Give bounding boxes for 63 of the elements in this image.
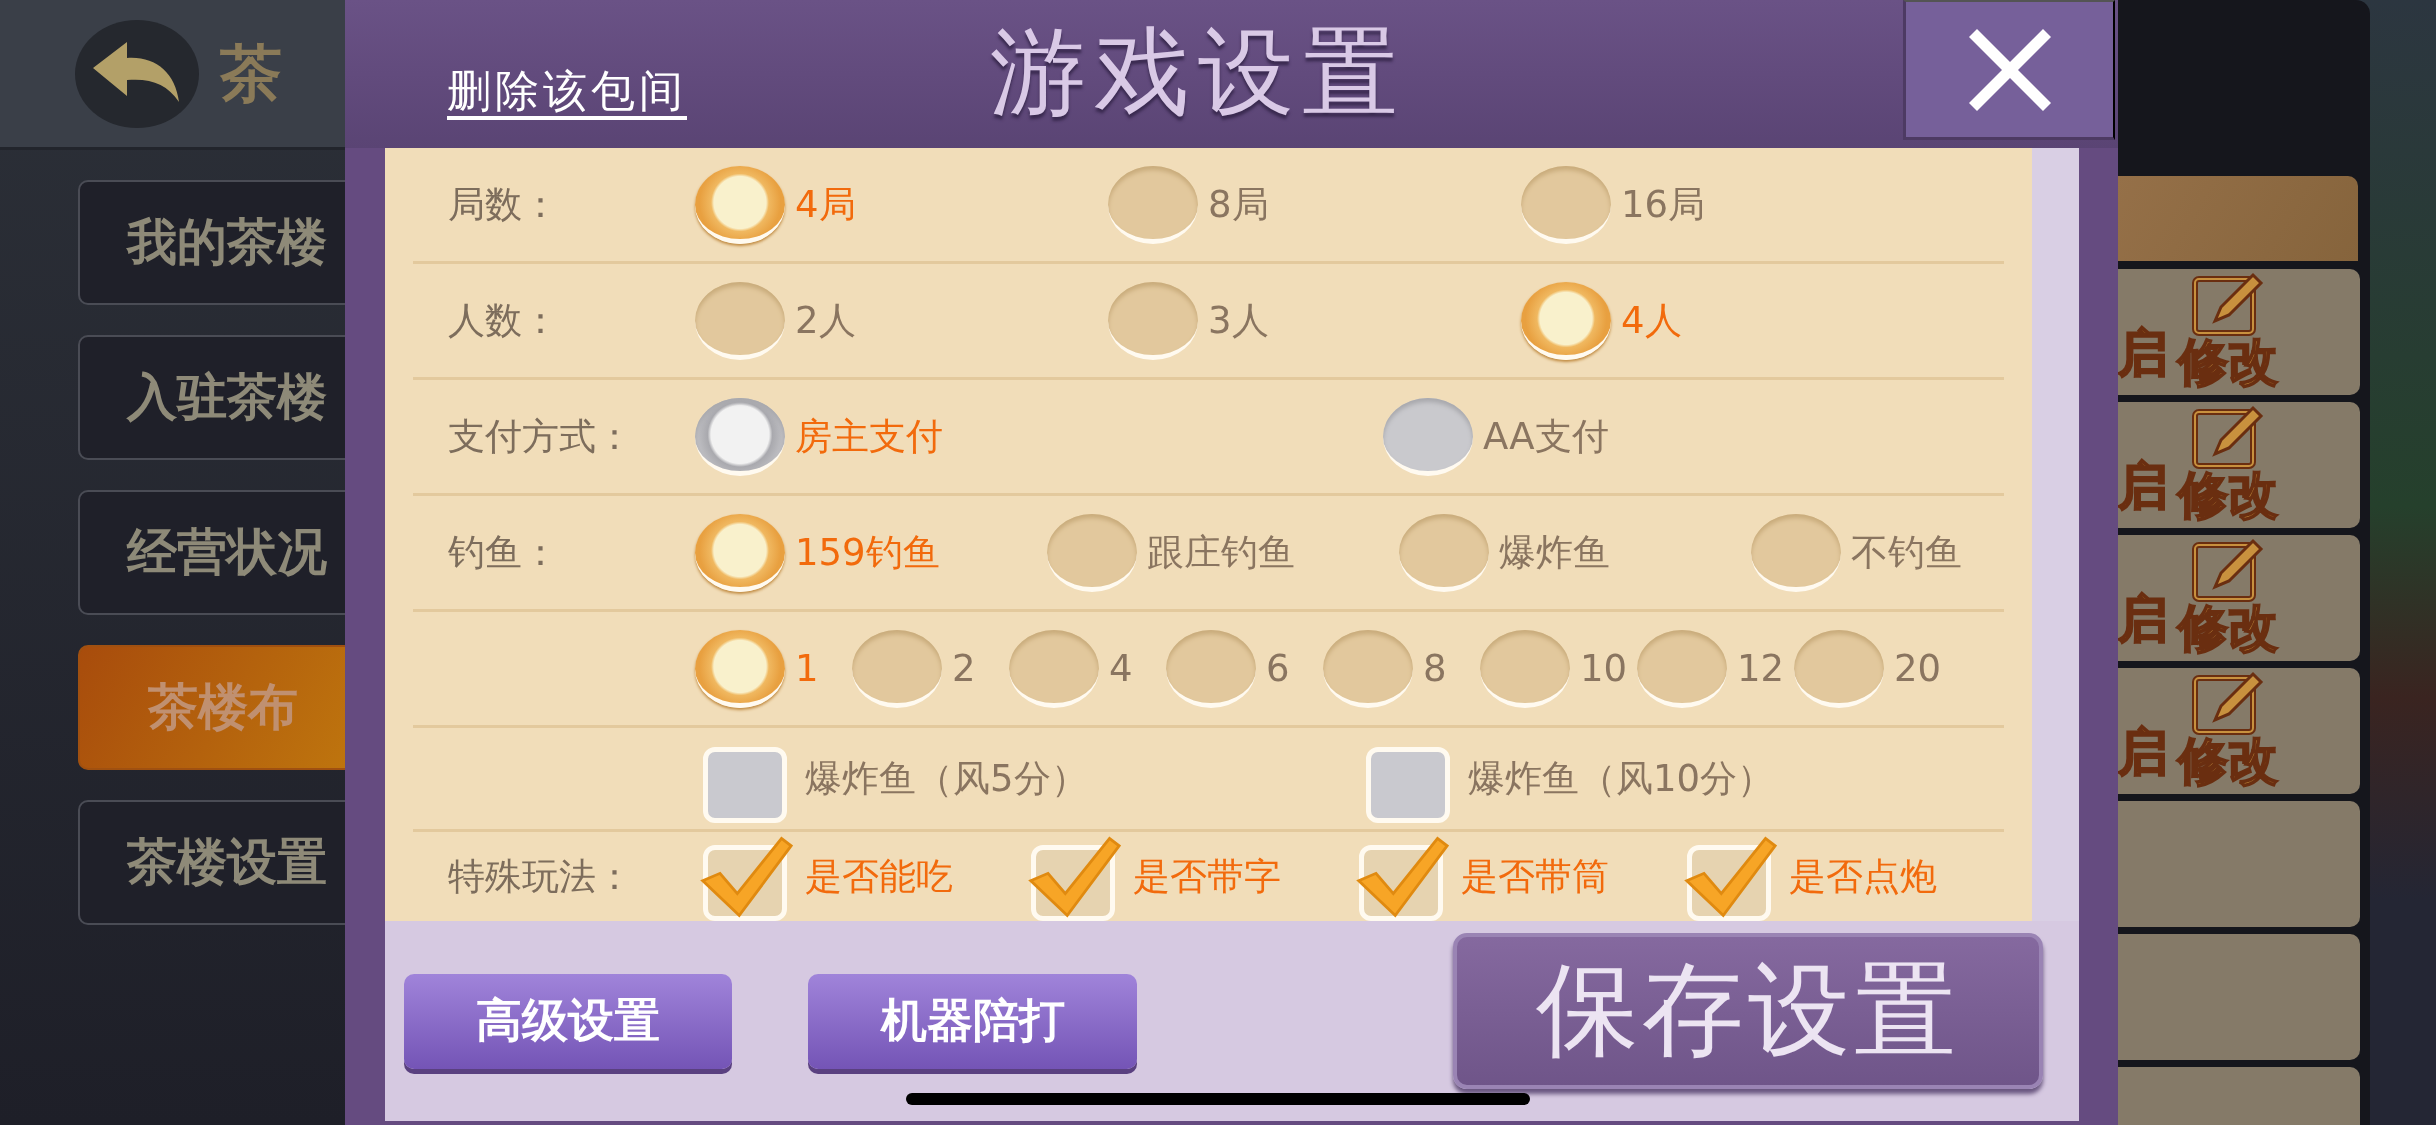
option-label: 爆炸鱼（风10分）	[1468, 755, 1775, 802]
row-label: 钓鱼：	[448, 530, 559, 574]
room-card[interactable]	[2118, 934, 2360, 1060]
option-label: 是否能吃	[805, 853, 953, 900]
option-label: 不钓鱼	[1851, 529, 1962, 576]
room-card[interactable]: 启 修改	[2118, 668, 2360, 794]
row-label: 局数：	[448, 182, 559, 226]
option-label: 6	[1266, 647, 1290, 690]
row-label: 人数：	[448, 298, 559, 342]
row-label: 支付方式：	[448, 414, 633, 458]
option-label: 2	[952, 647, 976, 690]
option-label: 是否带字	[1133, 853, 1281, 900]
room-card[interactable]: 启 修改	[2118, 535, 2360, 661]
room-card[interactable]	[2118, 801, 2360, 927]
open-label: 启	[2118, 323, 2168, 384]
option-label: 2人	[795, 297, 856, 344]
sidebar-item[interactable]: 经营状况	[78, 490, 345, 615]
radio-button[interactable]	[1521, 281, 1611, 360]
dialog-title: 游戏设置	[990, 15, 1406, 130]
option-label: 4	[1109, 647, 1133, 690]
edit-label: 修改	[2178, 603, 2278, 653]
sidebar-item[interactable]: 茶楼设置	[78, 800, 345, 925]
option-label: AA支付	[1483, 413, 1609, 460]
option-label: 爆炸鱼	[1499, 529, 1610, 576]
save-button[interactable]: 保存设置	[1453, 933, 2043, 1089]
scrollbar-track[interactable]	[2032, 148, 2079, 921]
radio-button[interactable]	[695, 629, 785, 708]
radio-button[interactable]	[695, 513, 785, 592]
option-label: 20	[1894, 647, 1942, 690]
option-label: 16局	[1621, 181, 1706, 228]
open-label: 启	[2118, 456, 2168, 517]
option-label: 跟庄钓鱼	[1147, 529, 1295, 576]
pencil-edit-icon	[2191, 670, 2265, 736]
sidebar-item[interactable]: 入驻茶楼	[78, 335, 345, 460]
sidebar-item[interactable]: 我的茶楼	[78, 180, 345, 305]
edit-label: 修改	[2178, 337, 2278, 387]
close-button[interactable]	[1903, 0, 2115, 140]
radio-button[interactable]	[695, 165, 785, 244]
option-label: 159钓鱼	[795, 529, 940, 576]
delete-room-link[interactable]: 删除该包间	[447, 62, 687, 121]
option-label: 8	[1423, 647, 1447, 690]
room-card[interactable]: 启 修改	[2118, 402, 2360, 528]
option-label: 10	[1580, 647, 1628, 690]
row-label: 特殊玩法：	[448, 854, 633, 898]
option-label: 12	[1737, 647, 1785, 690]
edit-label: 修改	[2178, 736, 2278, 786]
option-label: 4人	[1621, 297, 1682, 344]
option-label: 1	[795, 647, 819, 690]
option-label: 爆炸鱼（风5分）	[805, 755, 1088, 802]
edit-label: 修改	[2178, 470, 2278, 520]
option-label: 4局	[795, 181, 856, 228]
option-label: 是否带筒	[1461, 853, 1609, 900]
pencil-edit-icon	[2191, 537, 2265, 603]
option-label: 3人	[1208, 297, 1269, 344]
page-title: 茶	[220, 35, 282, 112]
open-label: 启	[2118, 589, 2168, 650]
option-label: 房主支付	[795, 413, 943, 460]
option-label: 是否点炮	[1789, 853, 1937, 900]
pencil-edit-icon	[2191, 404, 2265, 470]
open-label: 启	[2118, 722, 2168, 783]
room-card[interactable]: 启 修改	[2118, 269, 2360, 395]
pencil-edit-icon	[2191, 271, 2265, 337]
option-label: 8局	[1208, 181, 1269, 228]
